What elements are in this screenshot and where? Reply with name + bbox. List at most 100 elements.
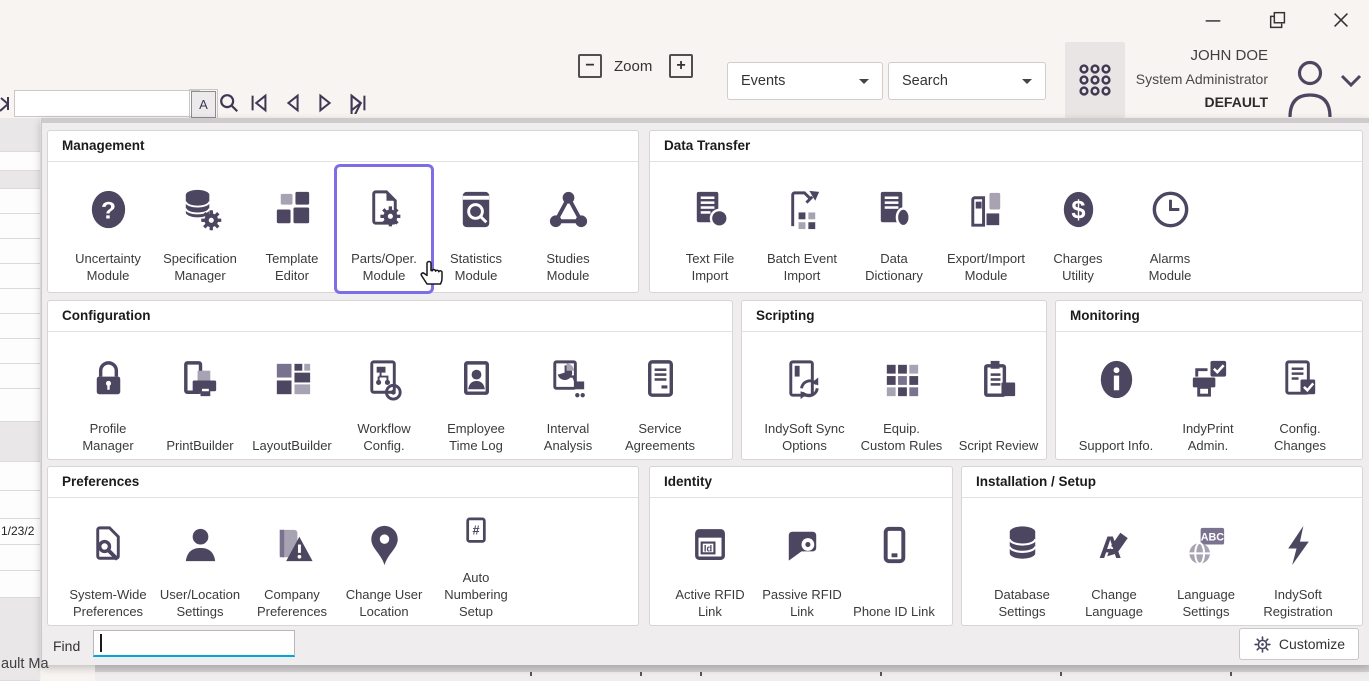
next-record-icon[interactable]: [314, 92, 336, 114]
module-label: ProfileManager: [62, 420, 154, 460]
module-text-file-import[interactable]: Text FileImport: [664, 168, 756, 290]
module-passive-rfid-link[interactable]: Passive RFIDLink: [756, 504, 848, 626]
match-case-button[interactable]: A: [191, 91, 216, 118]
module-launcher-panel: Management ?UncertaintyModuleSpecificatio…: [41, 118, 1369, 665]
module-label: System-WidePreferences: [62, 586, 154, 626]
module-active-rfid-link[interactable]: IdActive RFIDLink: [664, 504, 756, 626]
module-label: SpecificationManager: [154, 250, 246, 290]
events-dropdown[interactable]: Events: [727, 62, 883, 100]
module-printbuilder[interactable]: PrintBuilder: [154, 338, 246, 460]
restore-icon: [1267, 9, 1289, 31]
module-parts-oper-module[interactable]: Parts/Oper.Module: [338, 168, 430, 290]
module-equip-custom-rules[interactable]: Equip.Custom Rules: [853, 338, 950, 460]
module-batch-event-import[interactable]: Batch EventImport: [756, 168, 848, 290]
background-clipped-text: ault Ma: [1, 656, 49, 672]
close-button[interactable]: [1329, 10, 1353, 30]
module-export-import-module[interactable]: Export/ImportModule: [940, 168, 1032, 290]
book-warning-icon: [269, 522, 316, 569]
module-studies-module[interactable]: StudiesModule: [522, 168, 614, 290]
module-script-review[interactable]: Script Review: [950, 338, 1047, 460]
module-label: Export/ImportModule: [940, 250, 1032, 290]
module-interval-analysis[interactable]: IntervalAnalysis: [522, 338, 614, 460]
module-database-settings[interactable]: DatabaseSettings: [976, 504, 1068, 626]
document-hash-icon: #: [453, 513, 500, 560]
group-data-transfer: Data TransferText FileImportBatch EventI…: [649, 130, 1363, 293]
module-company-preferences[interactable]: CompanyPreferences: [246, 504, 338, 626]
avatar[interactable]: [1284, 55, 1336, 117]
svg-text:ABC: ABC: [1200, 531, 1224, 543]
search-icon[interactable]: [218, 92, 240, 114]
abc-globe-icon: ABC: [1183, 522, 1230, 569]
clipped-edge-icon: [0, 96, 9, 120]
map-pin-icon: [361, 522, 408, 569]
module-alarms-module[interactable]: AlarmsModule: [1124, 168, 1216, 290]
module-user-location-settings[interactable]: User/LocationSettings: [154, 504, 246, 626]
close-icon: [1330, 9, 1352, 31]
module-uncertainty-module[interactable]: ?UncertaintyModule: [62, 168, 154, 290]
find-label: Find: [53, 638, 80, 654]
module-label: IntervalAnalysis: [522, 420, 614, 460]
background-table-row: [0, 314, 40, 339]
background-table-row: [0, 545, 40, 571]
module-auto-numbering-setup[interactable]: #AutoNumberingSetup: [430, 504, 522, 626]
pie-cart-icon: [545, 356, 592, 403]
restore-button[interactable]: [1266, 10, 1290, 30]
last-record-icon[interactable]: [347, 92, 369, 114]
zoom-out-button[interactable]: −: [578, 54, 602, 78]
module-data-dictionary[interactable]: DataDictionary: [848, 168, 940, 290]
module-label: Batch EventImport: [756, 250, 848, 290]
padlock-icon: [85, 356, 132, 403]
printer-frame-icon: [177, 356, 224, 403]
first-record-icon[interactable]: [248, 92, 270, 114]
find-input[interactable]: [93, 630, 295, 657]
events-dropdown-value: Events: [741, 73, 785, 89]
module-template-editor[interactable]: TemplateEditor: [246, 168, 338, 290]
module-service-agreements[interactable]: ServiceAgreements: [614, 338, 706, 460]
svg-text:?: ?: [101, 197, 116, 224]
background-table-strip: 1/23/2: [0, 118, 41, 681]
network-triangle-icon: [545, 186, 592, 233]
group-management: Management ?UncertaintyModuleSpecificatio…: [47, 130, 639, 293]
module-language-settings[interactable]: ABCLanguageSettings: [1160, 504, 1252, 626]
user-info: JOHN DOE System Administrator DEFAULT: [1008, 48, 1268, 109]
customize-button[interactable]: Customize: [1239, 628, 1359, 660]
document-wrench-icon: [85, 522, 132, 569]
module-indyprint-admin[interactable]: IndyPrintAdmin.: [1162, 338, 1254, 460]
module-specification-manager[interactable]: SpecificationManager: [154, 168, 246, 290]
svg-text:#: #: [472, 523, 479, 538]
module-support-info[interactable]: Support Info.: [1070, 338, 1162, 460]
module-indysoft-registration[interactable]: IndySoftRegistration: [1252, 504, 1344, 626]
database-icon: [999, 522, 1046, 569]
quick-search-input[interactable]: [14, 90, 200, 117]
module-label: EmployeeTime Log: [430, 420, 522, 460]
user-menu-chevron-icon[interactable]: [1340, 73, 1362, 89]
zoom-in-button[interactable]: +: [669, 54, 693, 78]
previous-record-icon[interactable]: [282, 92, 304, 114]
background-table-row: [0, 264, 40, 289]
module-change-user-location[interactable]: Change UserLocation: [338, 504, 430, 626]
group-monitoring: MonitoringSupport Info.IndyPrintAdmin.Co…: [1055, 300, 1363, 460]
bubble-eye-icon: [779, 522, 826, 569]
module-config-changes[interactable]: Config.Changes: [1254, 338, 1346, 460]
group-title-management: Management: [48, 131, 638, 162]
svg-text:$: $: [1071, 196, 1085, 224]
module-indysoft-sync-options[interactable]: IndySoft SyncOptions: [756, 338, 853, 460]
module-phone-id-link[interactable]: Phone ID Link: [848, 504, 940, 626]
module-charges-utility[interactable]: $ChargesUtility: [1032, 168, 1124, 290]
info-badge-icon: [1093, 356, 1140, 403]
module-label: WorkflowConfig.: [338, 420, 430, 460]
document-gear-icon: [361, 186, 408, 233]
minimize-button[interactable]: [1201, 10, 1225, 30]
module-change-language[interactable]: AChangeLanguage: [1068, 504, 1160, 626]
module-workflow-config[interactable]: WorkflowConfig.: [338, 338, 430, 460]
module-layoutbuilder[interactable]: LayoutBuilder: [246, 338, 338, 460]
hand-cursor: [418, 257, 446, 287]
background-clipped-row: [95, 672, 1369, 681]
question-circle-icon: ?: [85, 186, 132, 233]
template-blocks-icon: [269, 186, 316, 233]
module-employee-time-log[interactable]: EmployeeTime Log: [430, 338, 522, 460]
module-profile-manager[interactable]: ProfileManager: [62, 338, 154, 460]
module-system-wide-preferences[interactable]: System-WidePreferences: [62, 504, 154, 626]
database-gear-icon: [177, 186, 224, 233]
customize-label: Customize: [1279, 636, 1345, 652]
